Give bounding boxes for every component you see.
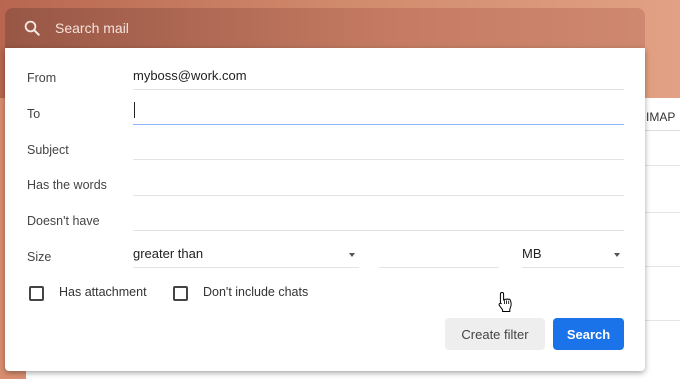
size-comparator-value: greater than (133, 246, 204, 261)
text-caret (134, 102, 135, 118)
create-filter-button[interactable]: Create filter (445, 318, 545, 350)
has-words-field[interactable] (133, 171, 624, 196)
dont-include-chats-checkbox[interactable] (173, 286, 188, 301)
size-label: Size (27, 250, 52, 264)
subject-label: Subject (27, 143, 69, 157)
dont-include-chats-label[interactable]: Don't include chats (203, 285, 308, 299)
list-divider (640, 266, 680, 267)
from-field[interactable]: myboss@work.com (133, 65, 624, 90)
hand-pointer-icon (498, 291, 512, 312)
has-attachment-label[interactable]: Has attachment (59, 285, 147, 299)
size-amount-input[interactable] (379, 243, 499, 268)
list-divider (640, 212, 680, 213)
has-words-label: Has the words (27, 178, 107, 192)
settings-tab-imap[interactable]: IMAP (646, 110, 675, 124)
search-options-dialog: From myboss@work.com To Subject Has the … (5, 48, 645, 371)
subject-field[interactable] (133, 135, 624, 160)
has-attachment-checkbox[interactable] (29, 286, 44, 301)
size-comparator-select[interactable]: greater than (133, 243, 359, 268)
tab-divider (640, 130, 680, 131)
to-field[interactable] (133, 100, 624, 125)
dropdown-arrow-icon (614, 253, 620, 257)
search-icon[interactable] (23, 19, 41, 37)
size-unit-value: MB (522, 246, 542, 261)
list-divider (640, 165, 680, 166)
doesnt-have-field[interactable] (133, 206, 624, 231)
list-divider (640, 320, 680, 321)
search-input[interactable]: Search mail (55, 20, 129, 36)
from-value: myboss@work.com (133, 68, 247, 83)
dropdown-arrow-icon (349, 253, 355, 257)
search-button[interactable]: Search (553, 318, 624, 350)
search-bar[interactable]: Search mail (5, 8, 645, 48)
doesnt-have-label: Doesn't have (27, 214, 100, 228)
to-label: To (27, 107, 41, 121)
size-unit-select[interactable]: MB (522, 243, 624, 268)
from-label: From (27, 71, 57, 85)
